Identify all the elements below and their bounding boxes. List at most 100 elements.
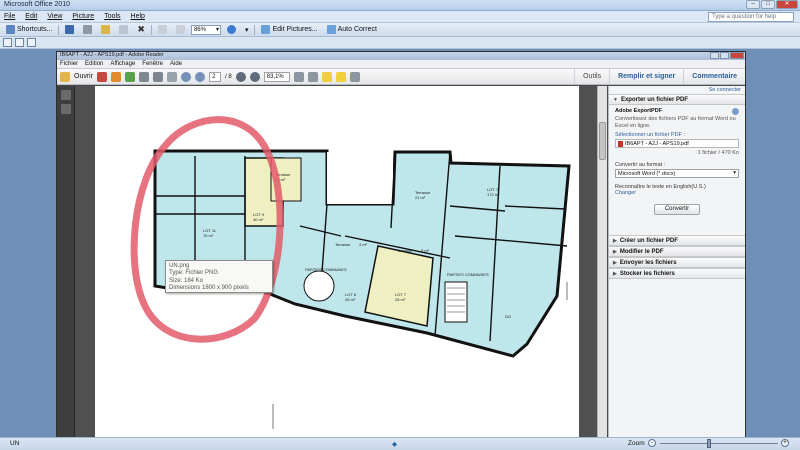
reader-toolbar: Ouvrir 2 / 8 83,1% Outils Remplir et sig… <box>57 69 745 85</box>
menu-tools[interactable]: Tools <box>104 13 120 20</box>
document-area[interactable]: LOT 11 76 m² LOT 9 40 m² Terrasse 72 m² … <box>75 86 597 437</box>
send-files-label: Envoyer les fichiers <box>619 259 677 266</box>
room-area-lot11: 76 m² <box>203 233 214 238</box>
zoom-in-icon[interactable] <box>249 71 260 82</box>
open-button[interactable]: Ouvrir <box>74 73 93 80</box>
convert-to-label: Convertir au format : <box>615 162 666 168</box>
delete-button[interactable]: ✖ <box>134 24 148 35</box>
zoom-slider-thumb[interactable] <box>707 439 711 448</box>
edit-pictures-button[interactable]: Edit Pictures... <box>258 24 320 35</box>
tab-comment[interactable]: Commentaire <box>683 69 745 84</box>
copy-icon <box>119 25 129 34</box>
minimize-icon[interactable]: – <box>746 0 760 9</box>
create-pdf-header[interactable]: ▶ Créer un fichier PDF <box>609 235 745 246</box>
fit-page-icon[interactable] <box>293 71 304 82</box>
filmstrip-view-icon[interactable] <box>15 38 24 47</box>
menu-help[interactable]: Help <box>131 13 145 20</box>
zoom-select[interactable]: 86% <box>190 24 221 35</box>
page-thumbnails-icon[interactable] <box>61 90 71 100</box>
previous-page-icon[interactable] <box>181 71 192 82</box>
close-icon[interactable]: ✕ <box>776 0 798 9</box>
store-files-label: Stocker les fichiers <box>619 270 675 277</box>
thumbnail-view-icon[interactable] <box>3 38 12 47</box>
separator <box>150 24 152 35</box>
reader-minimize-icon[interactable] <box>710 52 719 59</box>
status-bar: UN ◆ Zoom - + <box>0 437 800 450</box>
reader-body: LOT 11 76 m² LOT 9 40 m² Terrasse 72 m² … <box>57 86 745 437</box>
copy-button[interactable] <box>116 24 131 35</box>
reader-menu-window[interactable]: Fenêtre <box>142 61 163 67</box>
selected-file-field[interactable]: IB6APT - A2J - APS19.pdf <box>615 139 739 148</box>
page-total: / 8 <box>225 73 232 80</box>
save-icon[interactable] <box>139 71 150 82</box>
rotate-button[interactable] <box>155 24 170 35</box>
store-files-header[interactable]: ▶ Stocker les fichiers <box>609 268 745 279</box>
shortcuts-button[interactable]: Shortcuts... <box>3 24 55 35</box>
reader-panel-tabs: Outils Remplir et signer Commentaire <box>574 69 745 84</box>
status-language: UN <box>10 440 20 447</box>
export-pdf-header[interactable]: ▼ Exporter un fichier PDF <box>609 94 745 105</box>
tooltip-filename: UN.png <box>169 263 190 269</box>
zoom-in-icon[interactable]: + <box>781 439 789 447</box>
tab-fill-sign[interactable]: Remplir et signer <box>609 69 683 84</box>
zoom-input[interactable]: 83,1% <box>263 71 290 82</box>
rotate-right-icon <box>175 25 185 34</box>
expand-icon[interactable] <box>349 71 360 82</box>
reader-maximize-icon[interactable] <box>720 52 729 59</box>
convert-button[interactable]: Convertir <box>654 204 700 215</box>
format-select[interactable]: Microsoft Word (*.docx) <box>615 169 739 178</box>
auto-correct-button[interactable]: Auto Correct <box>324 24 380 35</box>
room-area-lot7b: 28 m² <box>395 297 406 302</box>
view-toolbar <box>0 37 800 49</box>
highlight-icon[interactable] <box>335 71 346 82</box>
sign-in-link[interactable]: Se connecter <box>609 86 745 94</box>
office-title: Microsoft Office 2010 <box>4 1 71 8</box>
cloud-icon[interactable] <box>125 71 136 82</box>
convert-icon[interactable] <box>111 71 122 82</box>
info-icon[interactable] <box>732 108 739 115</box>
send-files-header[interactable]: ▶ Envoyer les fichiers <box>609 257 745 268</box>
tooltip-size: Size: 184 Ko <box>169 277 204 284</box>
print-icon[interactable] <box>153 71 164 82</box>
change-language-link[interactable]: Changer <box>615 190 739 196</box>
open-folder-icon[interactable] <box>60 71 70 82</box>
file-count: 1 fichier / 470 Ko <box>697 150 739 156</box>
room-area-lot9: 40 m² <box>253 217 264 222</box>
comment-icon[interactable] <box>321 71 332 82</box>
reader-menu-file[interactable]: Fichier <box>60 61 78 67</box>
menu-edit[interactable]: Edit <box>25 13 37 20</box>
scrollbar-thumb[interactable] <box>599 122 606 160</box>
attachments-icon[interactable] <box>61 104 71 114</box>
rotate-right-button[interactable] <box>173 24 188 35</box>
single-view-icon[interactable] <box>27 38 36 47</box>
help-search-input[interactable]: Type a question for help <box>708 12 794 22</box>
vertical-scrollbar[interactable] <box>597 86 607 437</box>
save-icon <box>65 25 75 34</box>
menu-file[interactable]: File <box>4 13 15 20</box>
menu-view[interactable]: View <box>47 13 62 20</box>
options-button[interactable]: ▾ <box>242 24 252 35</box>
window-controls: – □ ✕ <box>746 0 798 9</box>
create-pdf-icon[interactable] <box>97 71 108 82</box>
maximize-icon[interactable]: □ <box>761 0 775 9</box>
room-label-dg: DG <box>505 314 511 319</box>
print-button[interactable] <box>80 24 95 35</box>
zoom-slider-track[interactable] <box>660 443 778 444</box>
mail-button[interactable] <box>98 24 113 35</box>
help-button[interactable] <box>224 24 239 35</box>
reader-menu-edit[interactable]: Edition <box>85 61 103 67</box>
next-page-icon[interactable] <box>195 71 206 82</box>
reader-close-icon[interactable] <box>730 52 744 59</box>
reader-menu-view[interactable]: Affichage <box>110 61 135 67</box>
menu-picture[interactable]: Picture <box>72 13 94 20</box>
zoom-out-icon[interactable] <box>235 71 246 82</box>
page-number-input[interactable]: 2 <box>209 71 222 82</box>
tab-tools[interactable]: Outils <box>574 69 609 84</box>
edit-pictures-label: Edit Pictures... <box>272 26 318 33</box>
fullscreen-icon[interactable] <box>307 71 318 82</box>
mail-icon[interactable] <box>167 71 178 82</box>
save-button[interactable] <box>62 24 77 35</box>
reader-menu-help[interactable]: Aide <box>170 61 182 67</box>
edit-pdf-header[interactable]: ▶ Modifier le PDF <box>609 246 745 257</box>
zoom-out-icon[interactable]: - <box>648 439 656 447</box>
